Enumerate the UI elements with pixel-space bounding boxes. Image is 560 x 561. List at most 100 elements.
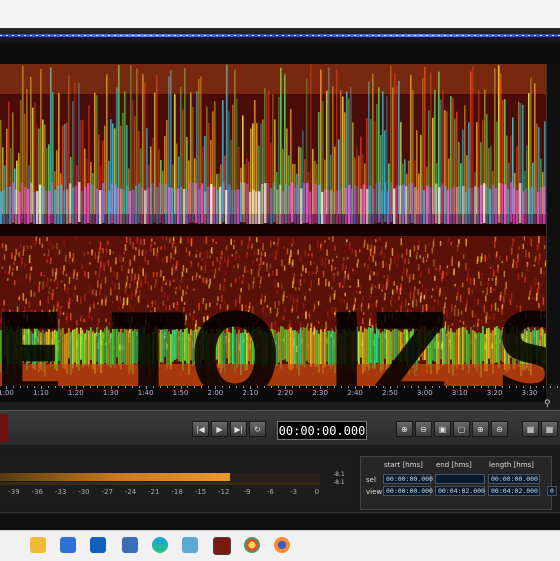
edge-icon[interactable] — [152, 537, 168, 553]
spectro-noise — [408, 259, 410, 264]
spectro-noise — [173, 258, 175, 260]
sel-end-field[interactable] — [435, 474, 485, 484]
spectro-noise — [337, 271, 339, 275]
zoom-out-vertical-button[interactable]: ⊖ — [491, 421, 508, 437]
spectro-noise — [214, 274, 216, 278]
spectro-noise — [69, 256, 71, 264]
zoom-in-button[interactable]: ⊕ — [396, 421, 413, 437]
spectro-noise — [450, 269, 452, 271]
spectro-noise — [352, 269, 354, 272]
spectro-noise — [106, 248, 108, 252]
spectro-noise — [248, 241, 250, 248]
spectro-noise — [406, 249, 408, 256]
ruler-minor-tick — [222, 386, 223, 388]
store-icon[interactable] — [60, 537, 76, 553]
spectro-band — [513, 188, 516, 228]
view-start-field[interactable]: 00:00:00.000 — [383, 486, 431, 496]
spectro-band — [66, 189, 69, 229]
spectro-noise — [451, 242, 453, 246]
spectro-band — [27, 189, 30, 229]
ruler-minor-tick — [341, 386, 342, 388]
spectro-noise — [394, 255, 396, 263]
ruler-minor-tick — [516, 386, 517, 388]
spectrogram-hidden-text: E TO IZ SUZ PAN — [0, 282, 526, 386]
spectro-noise — [42, 244, 44, 248]
spectro-band — [342, 184, 345, 224]
meter-scale-label: -39 — [8, 488, 19, 496]
spectro-noise — [241, 240, 243, 246]
notepad-icon[interactable] — [122, 537, 138, 553]
spectro-band — [240, 182, 243, 222]
spectro-band — [456, 187, 459, 227]
spectro-noise — [36, 236, 38, 241]
spectro-noise — [231, 239, 233, 245]
spectro-noise — [359, 249, 361, 253]
spectro-noise — [369, 257, 371, 261]
sel-start-field[interactable]: 00:00:00.000 — [383, 474, 431, 484]
panel-button-1[interactable]: ▦ — [522, 421, 539, 437]
spectro-noise — [458, 262, 460, 268]
spectro-band — [180, 187, 183, 227]
spectro-band — [288, 186, 291, 226]
zoom-in-vertical-button[interactable]: ⊕ — [472, 421, 489, 437]
firefox-icon[interactable] — [274, 537, 290, 553]
loop-button[interactable]: ↻ — [249, 421, 266, 437]
chrome-icon[interactable] — [244, 537, 260, 553]
spectro-band — [312, 184, 315, 224]
vertical-scrollbar[interactable] — [546, 64, 560, 386]
ruler-minor-tick — [334, 386, 335, 388]
spectro-noise — [52, 245, 54, 249]
spectro-noise — [169, 238, 171, 243]
spectro-noise — [347, 257, 349, 259]
time-ruler[interactable]: 1:001:101:201:301:401:502:002:102:202:30… — [0, 386, 546, 402]
spectro-band — [462, 186, 465, 226]
folder-icon[interactable] — [30, 537, 46, 553]
zoom-full-button[interactable]: ▢ — [453, 421, 470, 437]
extra-field[interactable]: 0 — [547, 486, 557, 496]
sel-length-field[interactable]: 00:00:00.000 — [488, 474, 540, 484]
spectro-noise — [523, 244, 525, 249]
spectro-noise — [409, 274, 411, 281]
skip-forward-button[interactable]: ▶| — [230, 421, 247, 437]
spectro-band — [492, 185, 495, 225]
photos-icon[interactable] — [182, 537, 198, 553]
audio-editor-icon[interactable] — [213, 537, 231, 555]
zoom-out-button[interactable]: ⊖ — [415, 421, 432, 437]
spectro-noise — [132, 242, 134, 249]
ruler-minor-tick — [306, 386, 307, 388]
spectro-band — [171, 188, 174, 228]
spectro-noise — [24, 263, 26, 267]
spectrogram-view[interactable]: E TO IZ SUZ PAN — [0, 64, 546, 386]
spectro-noise — [328, 237, 330, 240]
spectro-noise — [196, 250, 198, 252]
magnifier-icon[interactable]: ⚲ — [544, 398, 554, 408]
panel-button-2[interactable]: ▦ — [541, 421, 558, 437]
spectro-noise — [156, 272, 158, 277]
spectro-noise — [211, 249, 213, 253]
spectro-noise — [44, 254, 46, 256]
view-end-field[interactable]: 00:04:02.000 — [435, 486, 485, 496]
spectro-noise — [266, 263, 268, 267]
spectro-noise — [428, 268, 430, 273]
zoom-selection-button[interactable]: ▣ — [434, 421, 451, 437]
spectro-band — [222, 182, 225, 222]
spectro-band — [504, 184, 507, 224]
spectro-band — [510, 182, 513, 222]
spectro-noise — [151, 238, 153, 241]
spectro-noise — [427, 254, 429, 259]
meter-scale-label: -12 — [218, 488, 229, 496]
view-length-field[interactable]: 00:04:02.000 — [488, 486, 540, 496]
ruler-tick-label: 1:40 — [138, 389, 154, 397]
skip-back-button[interactable]: |◀ — [192, 421, 209, 437]
zoom-selection-icon: ▣ — [439, 425, 447, 434]
spectro-noise — [19, 252, 21, 257]
spectro-noise — [417, 245, 419, 250]
spectro-band — [57, 186, 60, 226]
spectro-noise — [145, 273, 147, 276]
spectro-noise — [477, 259, 479, 264]
spectro-noise — [278, 237, 280, 243]
outlook-icon[interactable] — [90, 537, 106, 553]
spectro-noise — [377, 272, 379, 276]
play-button[interactable]: ▶ — [211, 421, 228, 437]
spectro-noise — [81, 265, 83, 268]
